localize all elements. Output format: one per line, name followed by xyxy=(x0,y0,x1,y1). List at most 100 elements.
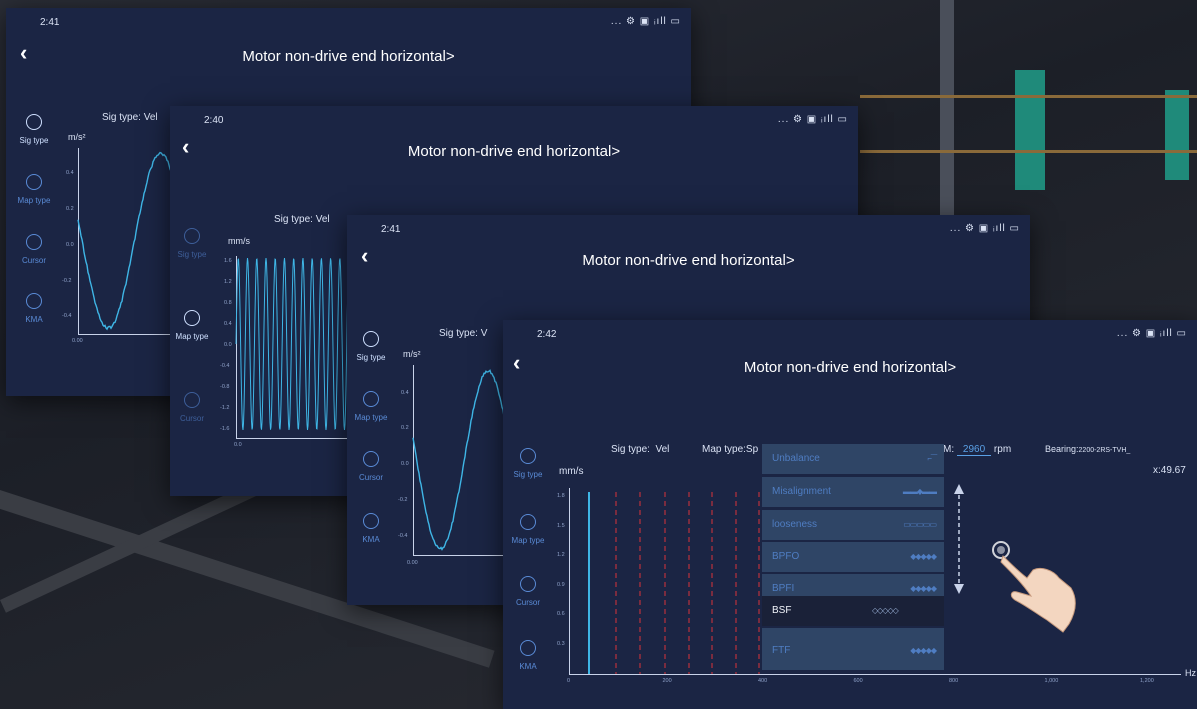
y-tick-label: 0.2 xyxy=(66,206,74,212)
background-green-panel xyxy=(1165,90,1189,180)
waveform-plot xyxy=(236,256,356,446)
y-tick-label: 1.5 xyxy=(557,523,565,529)
looseness-icon: ▭▭▭▭▭ xyxy=(903,520,936,529)
rpm-input[interactable]: 2960 xyxy=(957,444,991,456)
sidebar-item-kma[interactable]: KMA xyxy=(347,513,396,544)
sidebar-item-sig-type[interactable]: Sig type xyxy=(170,228,217,259)
status-time: 2:40 xyxy=(204,115,223,126)
map-type-icon xyxy=(520,514,536,530)
bearing-readout[interactable]: Bearing:2200-2RS-TVH_ xyxy=(1045,444,1130,454)
sidebar-item-map-type[interactable]: Map type xyxy=(503,514,553,545)
kma-icon xyxy=(26,293,42,309)
cursor-icon xyxy=(363,451,379,467)
cursor-x-readout: x:49.67 xyxy=(1153,465,1186,476)
y-tick-label: 0.3 xyxy=(557,641,565,647)
y-tick-label: 0.4 xyxy=(401,390,409,396)
menu-item-unbalance[interactable]: Unbalance ⌐‾‾‾ xyxy=(762,444,944,474)
y-tick-label: 1.2 xyxy=(224,279,232,285)
bpfo-icon: ◆◆◆◆◆ xyxy=(910,552,936,561)
y-tick-label: 0.4 xyxy=(224,321,232,327)
page-title[interactable]: Motor non-drive end horizontal> xyxy=(170,143,858,160)
sig-type-readout[interactable]: Sig type: Vel xyxy=(102,112,158,123)
x-tick-label: 0 xyxy=(567,678,570,684)
map-type-icon xyxy=(363,391,379,407)
y-tick-label: -0.4 xyxy=(398,533,407,539)
status-time: 2:41 xyxy=(381,224,400,235)
x-tick-label: 1,200 xyxy=(1140,678,1154,684)
sidebar-item-map-type[interactable]: Map type xyxy=(9,174,59,205)
map-type-icon xyxy=(184,310,200,326)
menu-item-looseness[interactable]: looseness ▭▭▭▭▭ xyxy=(762,510,944,540)
status-icons: ... ⚙ ▣ ᵢıll ▭ xyxy=(1117,328,1187,339)
page-title[interactable]: Motor non-drive end horizontal> xyxy=(347,252,1030,269)
waveform-plot xyxy=(413,365,513,565)
status-icons: ... ⚙ ▣ ᵢıll ▭ xyxy=(611,16,681,27)
ftf-icon: ◆◆◆◆◆ xyxy=(910,646,936,655)
kma-icon xyxy=(363,513,379,529)
sidebar-item-map-type[interactable]: Map type xyxy=(170,310,217,341)
status-icons: ... ⚙ ▣ ᵢıll ▭ xyxy=(778,114,848,125)
status-bar: 2:40 ... ⚙ ▣ ᵢıll ▭ xyxy=(170,106,858,130)
menu-item-bpfo[interactable]: BPFO ◆◆◆◆◆ xyxy=(762,542,944,572)
y-unit-label: m/s² xyxy=(403,349,421,359)
sidebar-item-cursor[interactable]: Cursor xyxy=(9,234,59,265)
y-unit-label: mm/s xyxy=(228,236,250,246)
y-unit-label: m/s² xyxy=(68,132,86,142)
x-axis xyxy=(569,674,1181,675)
y-tick-label: 0.4 xyxy=(66,170,74,176)
y-tick-label: -0.2 xyxy=(62,278,71,284)
background-railing xyxy=(860,95,1197,98)
sidebar-item-kma[interactable]: KMA xyxy=(9,293,59,324)
y-tick-label: 0.0 xyxy=(66,242,74,248)
x-tick-label: 400 xyxy=(758,678,767,684)
menu-item-bsf[interactable]: BSF ◇◇◇◇◇ xyxy=(762,596,944,626)
x-tick-label: 800 xyxy=(949,678,958,684)
status-bar: 2:41 ... ⚙ ▣ ᵢıll ▭ xyxy=(347,215,1030,239)
status-bar: 2:41 ... ⚙ ▣ ᵢıll ▭ xyxy=(6,8,691,32)
sig-type-readout[interactable]: Sig type: V xyxy=(439,328,487,339)
background-green-panel xyxy=(1015,70,1045,190)
hand-pointer-icon xyxy=(993,536,1093,636)
map-type-icon xyxy=(26,174,42,190)
sig-type-readout[interactable]: Sig type: Vel xyxy=(611,444,669,455)
sig-type-readout[interactable]: Sig type: Vel xyxy=(274,214,330,225)
y-tick-label: 0.9 xyxy=(557,582,565,588)
sidebar-item-sig-type[interactable]: Sig type xyxy=(503,448,553,479)
x-tick-label: 600 xyxy=(854,678,863,684)
sig-type-icon xyxy=(26,114,42,130)
sidebar-item-cursor[interactable]: Cursor xyxy=(503,576,553,607)
background-railing xyxy=(860,150,1197,153)
y-tick-label: -0.4 xyxy=(220,363,229,369)
sig-type-icon xyxy=(184,228,200,244)
y-tick-label: 1.2 xyxy=(557,552,565,558)
page-title[interactable]: Motor non-drive end horizontal> xyxy=(6,48,691,65)
sidebar-item-map-type[interactable]: Map type xyxy=(347,391,396,422)
sig-type-icon xyxy=(363,331,379,347)
misalignment-icon: ▬▬◆▬▬ xyxy=(903,487,936,496)
page-title[interactable]: Motor non-drive end horizontal> xyxy=(503,359,1197,376)
waveform-line xyxy=(236,258,356,430)
y-unit-label: mm/s xyxy=(559,466,583,477)
menu-item-ftf[interactable]: FTF ◆◆◆◆◆ xyxy=(762,628,944,670)
x-unit-label: Hz xyxy=(1185,668,1196,678)
y-tick-label: 1.6 xyxy=(224,258,232,264)
y-tick-label: -1.6 xyxy=(220,426,229,432)
y-tick-label: 0.2 xyxy=(401,425,409,431)
sidebar-item-kma[interactable]: KMA xyxy=(503,640,553,671)
bsf-icon: ◇◇◇◇◇ xyxy=(872,606,898,615)
y-tick-label: -0.2 xyxy=(398,497,407,503)
cursor-icon xyxy=(184,392,200,408)
sidebar-item-sig-type[interactable]: Sig type xyxy=(9,114,59,145)
status-time: 2:41 xyxy=(40,17,59,28)
y-tick-label: -0.4 xyxy=(62,313,71,319)
y-tick-label: -0.8 xyxy=(220,384,229,390)
status-icons: ... ⚙ ▣ ᵢıll ▭ xyxy=(950,223,1020,234)
sidebar-item-sig-type[interactable]: Sig type xyxy=(347,331,396,362)
map-type-readout[interactable]: Map type:Sp xyxy=(702,444,758,455)
sidebar-item-cursor[interactable]: Cursor xyxy=(347,451,396,482)
sidebar-item-cursor[interactable]: Cursor xyxy=(170,392,217,423)
kma-icon xyxy=(520,640,536,656)
rpm-readout[interactable]: M: 2960 rpm xyxy=(943,444,1011,456)
menu-item-misalignment[interactable]: Misalignment ▬▬◆▬▬ xyxy=(762,477,944,507)
y-tick-label: 0.0 xyxy=(224,342,232,348)
